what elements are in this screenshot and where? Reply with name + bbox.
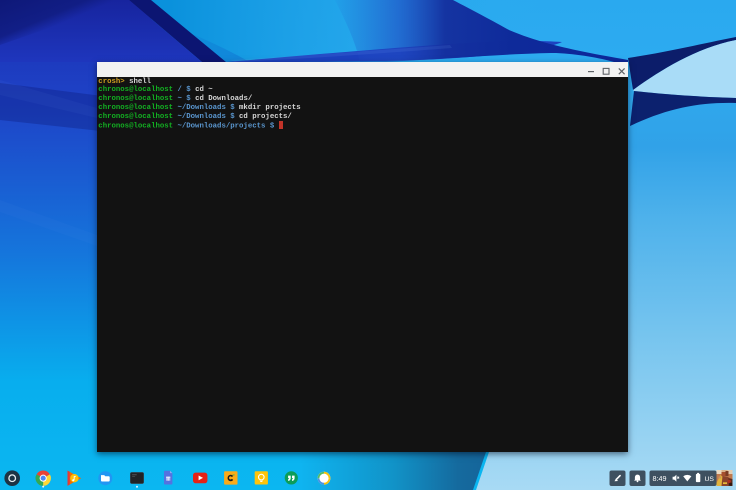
svg-text:8:49: 8:49 xyxy=(653,474,667,483)
svg-text:US: US xyxy=(705,476,715,483)
